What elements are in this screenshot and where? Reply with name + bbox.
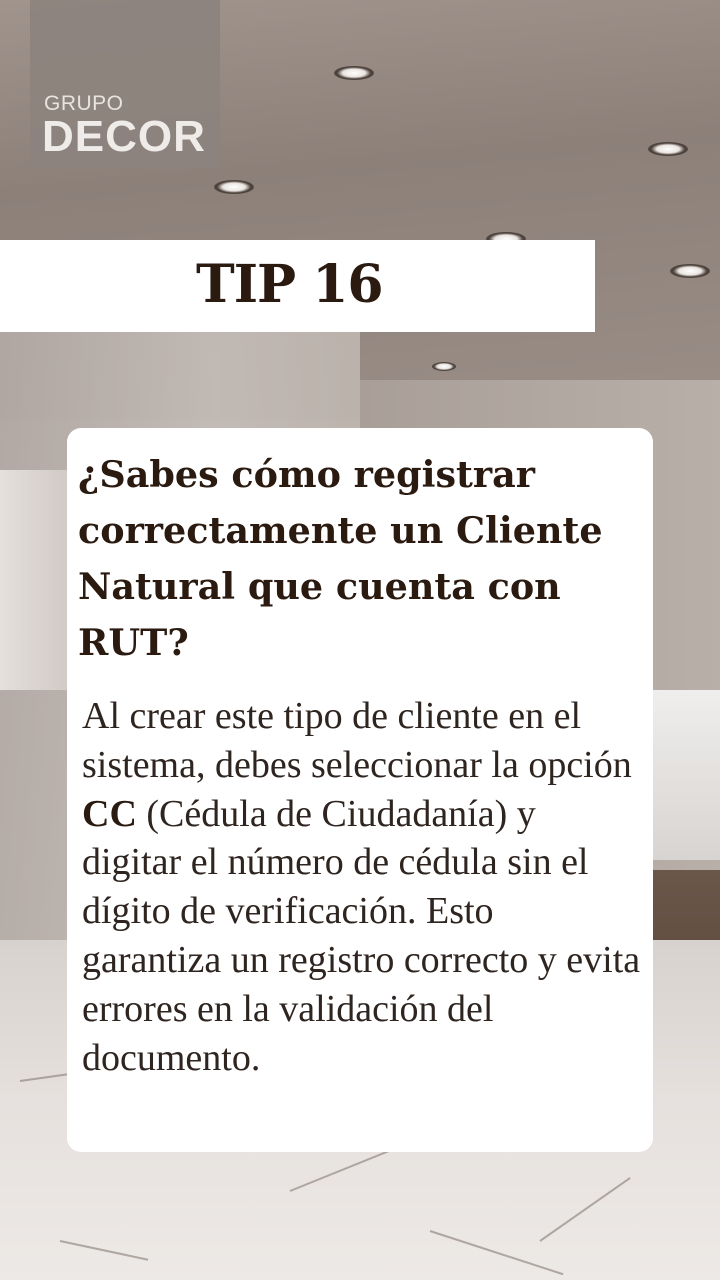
tip-title: TIP 16 [196,254,384,315]
card-body: Al crear este tipo de cliente en el sist… [82,692,642,1082]
body-text-part1: Al crear este tipo de cliente en el sist… [82,695,632,786]
body-text-bold: CC [82,792,137,835]
ceiling-light [432,362,456,371]
ceiling-light [670,264,710,278]
cabinet [652,690,720,860]
ceiling-light [214,180,254,194]
window [0,470,70,690]
ceiling-light [334,66,374,80]
logo-line2: DECOR [42,112,206,161]
ceiling-light [648,142,688,156]
body-text-part2: (Cédula de Ciudadanía) y digitar el núme… [82,792,641,1079]
card-question: ¿Sabes cómo registrar correctamente un C… [78,453,603,664]
